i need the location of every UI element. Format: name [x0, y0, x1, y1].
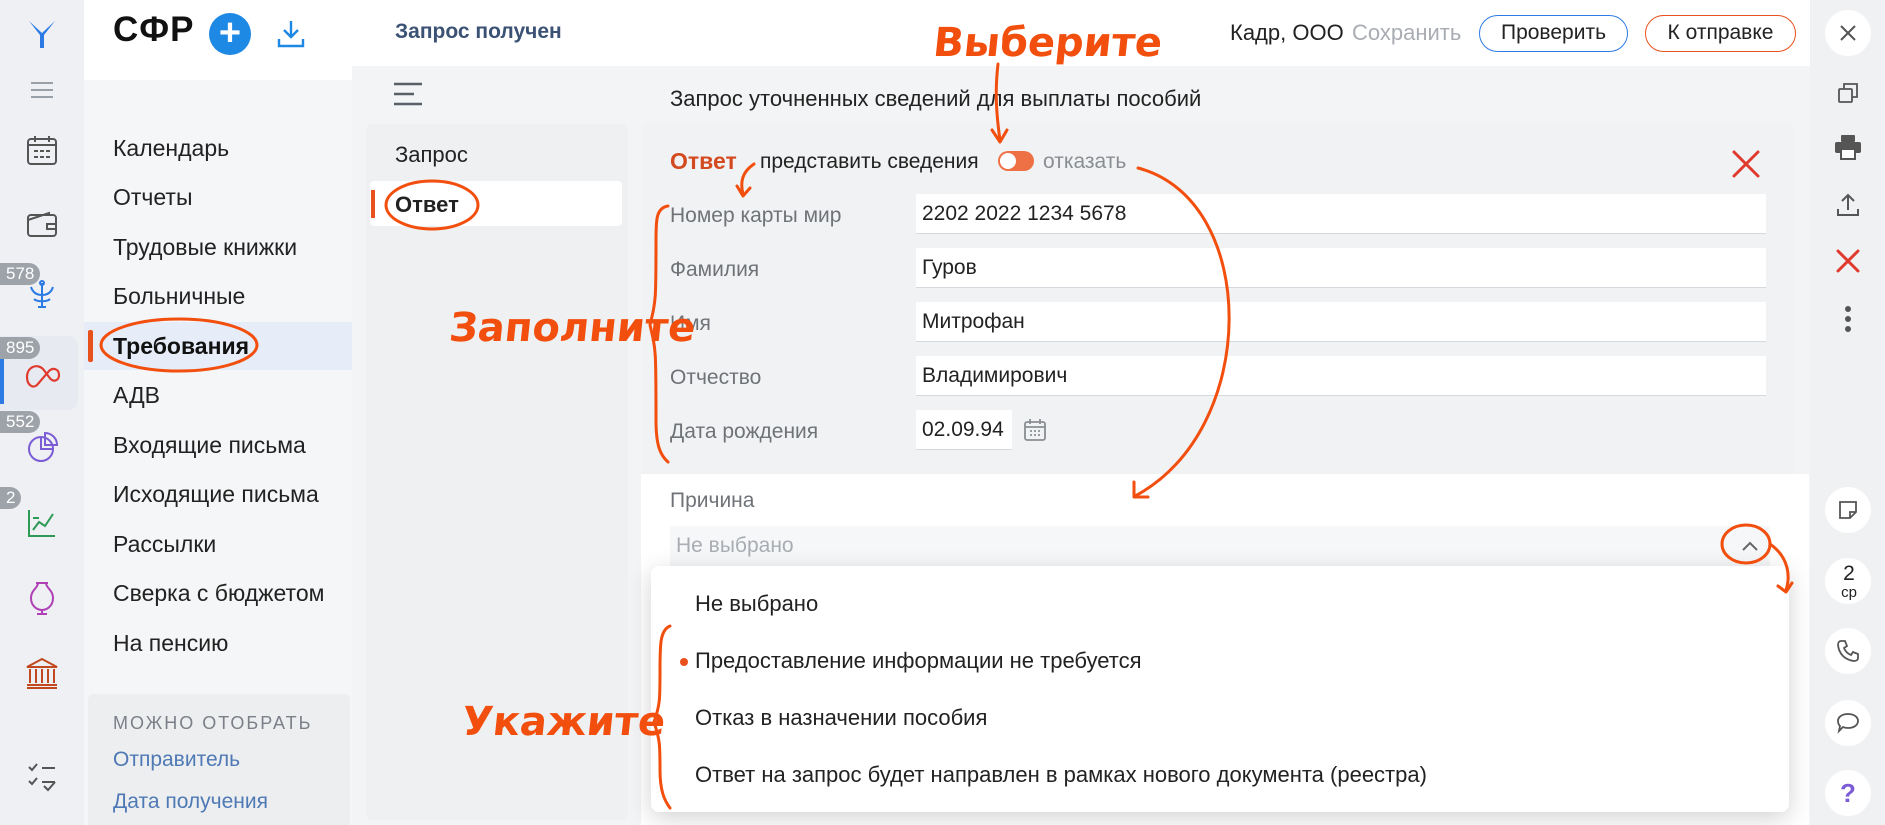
add-button[interactable]: +: [209, 13, 251, 55]
calendar-grid-icon[interactable]: [18, 126, 66, 174]
eagle-emblem-icon[interactable]: [18, 270, 66, 318]
nav-item-adv[interactable]: АДВ: [113, 382, 160, 409]
nav-item-budget-reconciliation[interactable]: Сверка с бюджетом: [113, 580, 324, 607]
patronymic-label: Отчество: [670, 366, 762, 389]
requirements-icon[interactable]: [18, 350, 66, 398]
app-title: СФР: [113, 10, 195, 49]
section-item-answer[interactable]: Ответ: [395, 192, 459, 218]
sticky-note-icon[interactable]: [1825, 487, 1871, 533]
wallet-icon[interactable]: [18, 200, 66, 248]
delete-icon[interactable]: [1825, 238, 1871, 284]
nav-item-pension[interactable]: На пенсию: [113, 630, 228, 657]
delete-answer-icon[interactable]: [1729, 147, 1763, 181]
upload-icon[interactable]: [1825, 182, 1871, 228]
chat-icon[interactable]: [1825, 700, 1871, 746]
nav-item-requirements[interactable]: Требования: [113, 333, 249, 360]
chevron-up-icon[interactable]: [1735, 531, 1765, 561]
surname-label: Фамилия: [670, 258, 760, 281]
provide-info-label[interactable]: представить сведения: [760, 150, 979, 174]
sections-list: [366, 124, 628, 820]
nav-item-sick-leaves[interactable]: Больничные: [113, 283, 245, 310]
section-item-request[interactable]: Запрос: [395, 142, 468, 168]
hamburger-icon[interactable]: [18, 66, 66, 114]
first-name-label: Имя: [670, 312, 711, 335]
calendar-day-number: 2: [1843, 562, 1855, 585]
to-send-button[interactable]: К отправке: [1645, 15, 1796, 52]
reason-option-not-required[interactable]: Предоставление информации не требуется: [695, 648, 1142, 674]
nav-item-work-books[interactable]: Трудовые книжки: [113, 234, 297, 261]
calendar-picker-icon[interactable]: [1022, 417, 1048, 443]
nav-active-indicator: [88, 330, 93, 362]
birth-date-input[interactable]: 02.09.94: [916, 410, 1012, 450]
nav-item-outgoing-letters[interactable]: Исходящие письма: [113, 481, 319, 508]
nav-item-incoming-letters[interactable]: Входящие письма: [113, 432, 306, 459]
patronymic-input[interactable]: Владимирович: [916, 356, 1766, 396]
vase-icon[interactable]: [18, 574, 66, 622]
phone-icon[interactable]: [1825, 628, 1871, 674]
close-document-icon[interactable]: [1825, 10, 1871, 56]
reason-label: Причина: [670, 489, 755, 512]
copy-icon[interactable]: [1825, 70, 1871, 116]
option-marker-dot: [680, 658, 688, 666]
filter-sender-link[interactable]: Отправитель: [113, 748, 240, 772]
nav-item-reports[interactable]: Отчеты: [113, 184, 193, 211]
nav-item-calendar[interactable]: Календарь: [113, 135, 229, 162]
reason-option-new-document[interactable]: Ответ на запрос будет направлен в рамках…: [695, 762, 1427, 788]
route-chart-icon[interactable]: [18, 499, 66, 547]
save-button[interactable]: Сохранить: [1352, 20, 1461, 46]
calendar-day-name: ср: [1841, 584, 1857, 601]
surname-input[interactable]: Гуров: [916, 248, 1766, 288]
toggle-knob: [1000, 153, 1016, 169]
filter-section-title: МОЖНО ОТОБРАТЬ: [113, 713, 313, 733]
answer-heading: Ответ: [670, 148, 737, 174]
reason-option-none[interactable]: Не выбрано: [695, 591, 818, 617]
document-title: Запрос уточненных сведений для выплаты п…: [670, 86, 1202, 111]
card-number-input[interactable]: 2202 2022 1234 5678: [916, 194, 1766, 234]
document-status: Запрос получен: [395, 20, 562, 43]
sections-menu-icon[interactable]: [392, 80, 424, 108]
bank-building-icon[interactable]: [18, 649, 66, 697]
nav-item-mailings[interactable]: Рассылки: [113, 531, 216, 558]
more-vertical-icon[interactable]: [1825, 296, 1871, 342]
company-name[interactable]: Кадр, ООО: [1230, 20, 1344, 46]
filter-date-link[interactable]: Дата получения: [113, 790, 268, 814]
download-icon[interactable]: [270, 13, 312, 55]
check-button[interactable]: Проверить: [1479, 15, 1628, 52]
first-name-input[interactable]: Митрофан: [916, 302, 1766, 342]
birth-date-label: Дата рождения: [670, 420, 819, 443]
card-number-label: Номер карты мир: [670, 204, 842, 227]
reason-select[interactable]: Не выбрано: [670, 526, 1770, 566]
help-button[interactable]: ?: [1825, 770, 1871, 816]
section-active-indicator: [371, 190, 375, 218]
reason-option-benefit-refusal[interactable]: Отказ в назначении пособия: [695, 705, 987, 731]
print-icon[interactable]: [1825, 124, 1871, 170]
checklist-icon[interactable]: [18, 752, 66, 800]
logo-icon[interactable]: [18, 10, 66, 58]
refuse-label[interactable]: отказать: [1043, 150, 1126, 174]
pie-chart-icon[interactable]: [18, 424, 66, 472]
